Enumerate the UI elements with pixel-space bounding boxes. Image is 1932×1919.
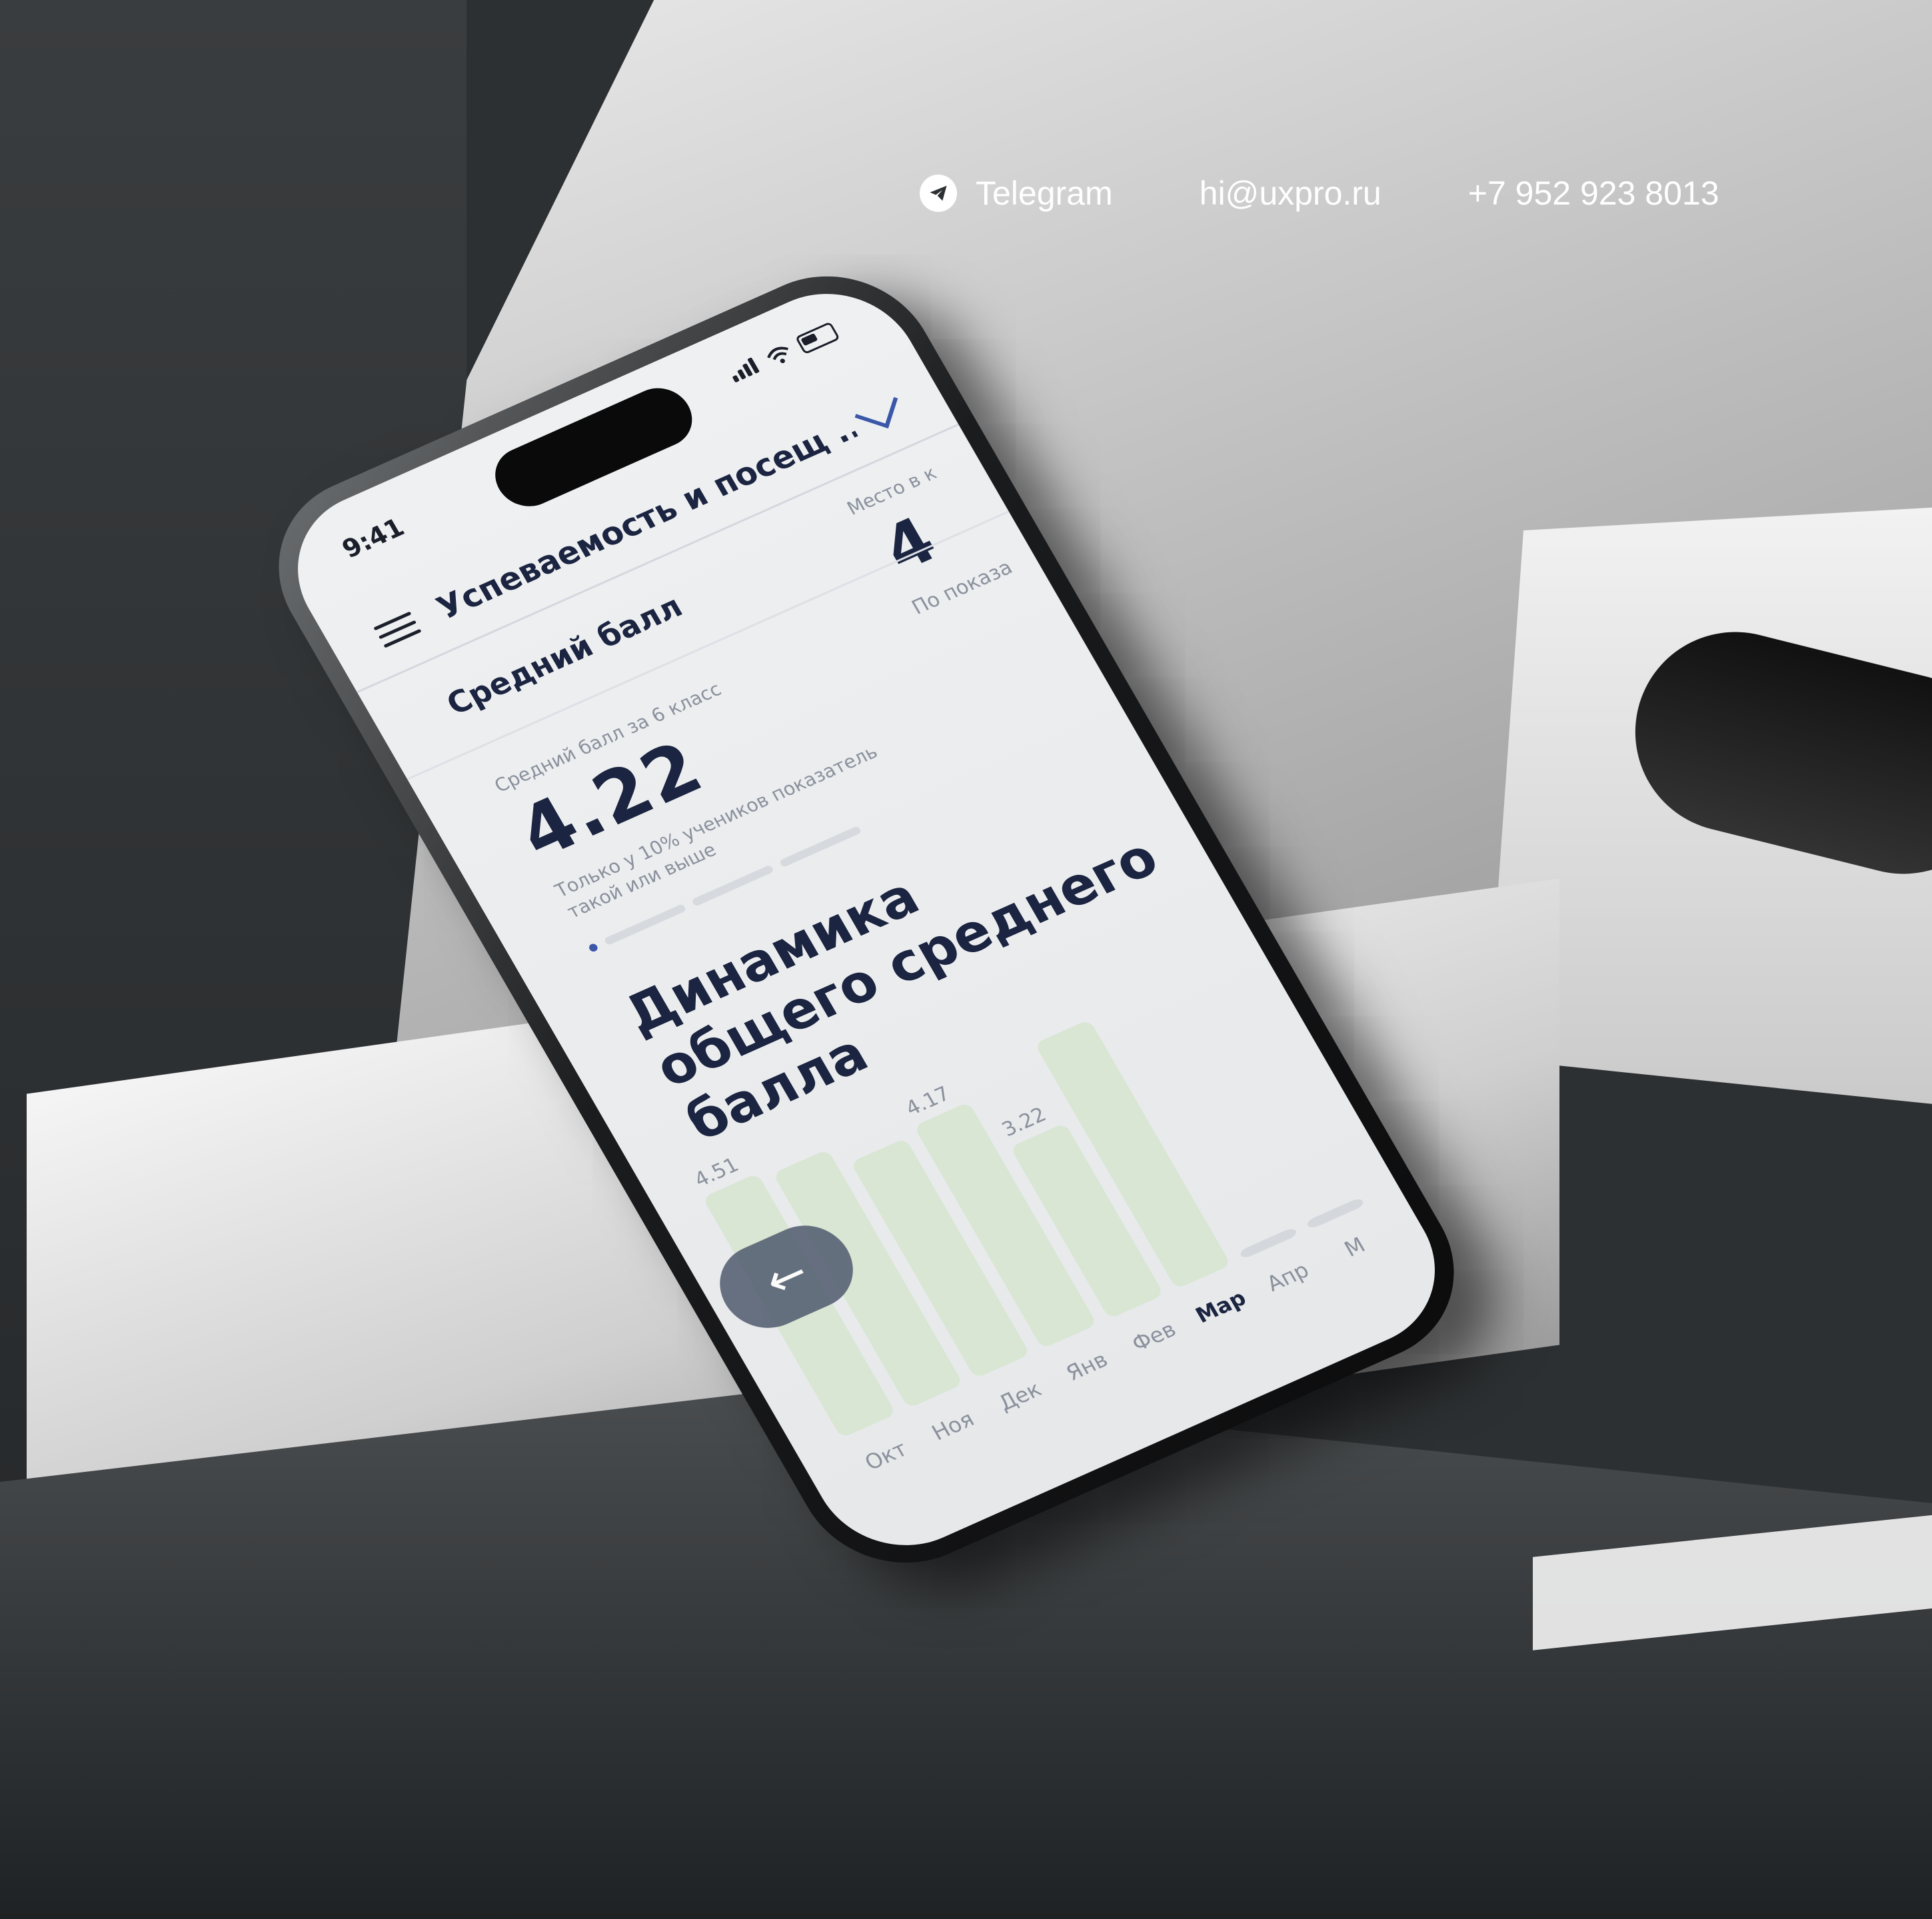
- wifi-icon: [767, 346, 788, 364]
- pager-segment: [603, 904, 687, 946]
- chart-category-label[interactable]: Апр: [1262, 1257, 1314, 1297]
- contacts-bar: Telegram hi@uxpro.ru +7 952 923 8013: [920, 170, 1719, 217]
- battery-icon: [794, 321, 840, 355]
- chart-category-label[interactable]: Окт: [860, 1436, 912, 1475]
- signal-icon: [727, 356, 764, 385]
- chevron-down-icon[interactable]: [854, 387, 898, 429]
- pager-segment: [691, 864, 774, 907]
- chart-bar-8[interactable]: [1306, 1197, 1365, 1230]
- telegram-label: Telegram: [976, 175, 1113, 212]
- chart-category-label[interactable]: Фев: [1128, 1317, 1180, 1357]
- status-time: 9:41: [337, 512, 410, 564]
- chart-category-label[interactable]: Ноя: [928, 1407, 978, 1446]
- chart-category-label[interactable]: М: [1340, 1232, 1370, 1261]
- chart-bar-7[interactable]: [1238, 1227, 1298, 1259]
- pager-segment: [778, 825, 862, 868]
- email-link[interactable]: hi@uxpro.ru: [1200, 174, 1382, 213]
- telegram-link[interactable]: Telegram: [920, 174, 1113, 213]
- chart-category-label[interactable]: Янв: [1062, 1347, 1112, 1385]
- status-icons: [726, 321, 840, 384]
- telegram-plane-icon: [920, 175, 957, 212]
- pager-dot-active: [587, 942, 599, 953]
- chart-category-label[interactable]: Мар: [1191, 1285, 1250, 1328]
- arrow-left-icon: ←: [754, 1245, 818, 1309]
- chart-category-label[interactable]: Дек: [994, 1377, 1046, 1416]
- hamburger-menu-icon[interactable]: [373, 611, 422, 648]
- phone-link[interactable]: +7 952 923 8013: [1468, 174, 1719, 213]
